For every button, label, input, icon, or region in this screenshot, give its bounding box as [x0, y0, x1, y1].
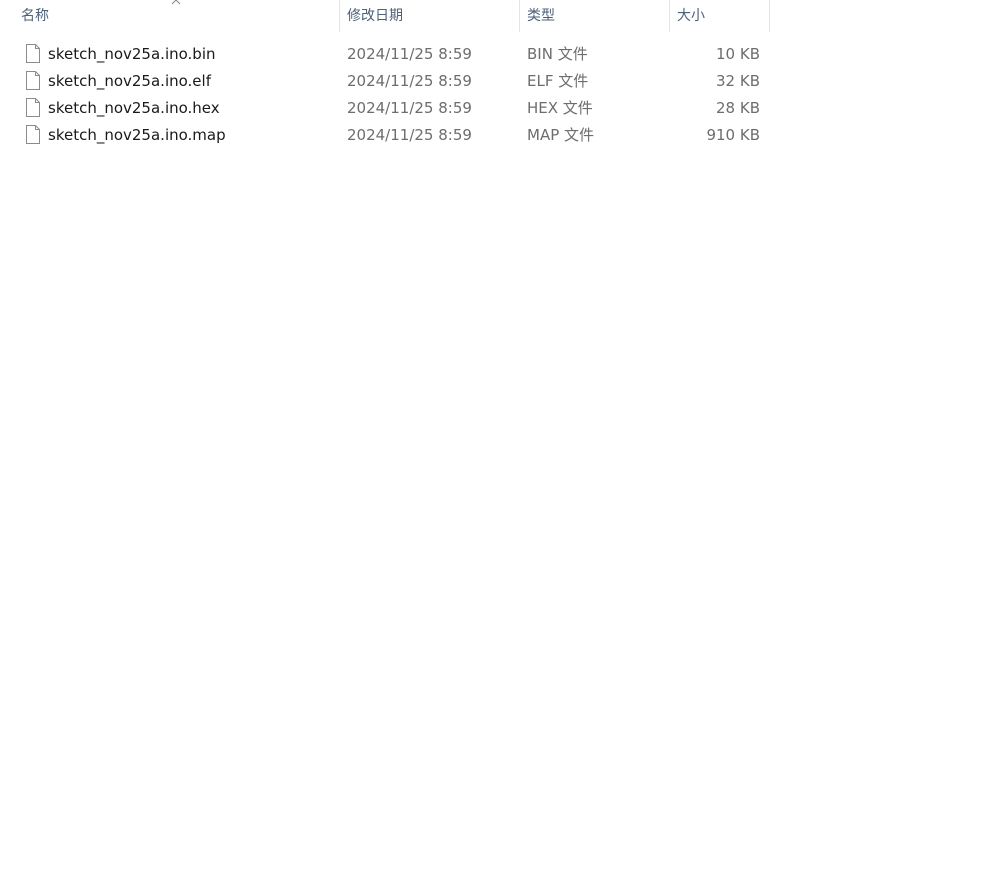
column-header-size[interactable]: 大小 [670, 0, 770, 32]
column-header-size-label: 大小 [677, 8, 705, 24]
file-type: ELF 文件 [527, 72, 589, 90]
file-type: BIN 文件 [527, 45, 588, 63]
chevron-up-icon [171, 0, 181, 5]
file-list: sketch_nov25a.ino.bin 2024/11/25 8:59 BI… [0, 40, 770, 148]
file-size: 28 KB [716, 99, 760, 117]
file-row[interactable]: sketch_nov25a.ino.bin 2024/11/25 8:59 BI… [0, 40, 770, 67]
file-type: HEX 文件 [527, 99, 593, 117]
file-explorer-details-view: 名称 修改日期 类型 大小 sketch_nov25a.ino.bin 2024… [0, 0, 1006, 878]
file-date: 2024/11/25 8:59 [347, 72, 472, 90]
file-size: 10 KB [716, 45, 760, 63]
file-icon [26, 125, 40, 144]
column-divider[interactable] [769, 0, 770, 32]
file-size: 910 KB [706, 126, 760, 144]
file-row[interactable]: sketch_nov25a.ino.map 2024/11/25 8:59 MA… [0, 121, 770, 148]
column-header-type[interactable]: 类型 [520, 0, 670, 32]
file-icon [26, 98, 40, 117]
column-header-type-label: 类型 [527, 8, 555, 24]
file-name: sketch_nov25a.ino.hex [48, 99, 220, 117]
column-header-date-label: 修改日期 [347, 8, 403, 24]
file-size: 32 KB [716, 72, 760, 90]
file-row[interactable]: sketch_nov25a.ino.hex 2024/11/25 8:59 HE… [0, 94, 770, 121]
file-name: sketch_nov25a.ino.elf [48, 72, 211, 90]
file-date: 2024/11/25 8:59 [347, 45, 472, 63]
file-date: 2024/11/25 8:59 [347, 126, 472, 144]
file-date: 2024/11/25 8:59 [347, 99, 472, 117]
file-name: sketch_nov25a.ino.bin [48, 45, 216, 63]
column-header-name-label: 名称 [21, 8, 49, 24]
column-header-row: 名称 修改日期 类型 大小 [0, 0, 770, 32]
file-icon [26, 71, 40, 90]
file-icon [26, 44, 40, 63]
column-header-date[interactable]: 修改日期 [340, 0, 520, 32]
file-type: MAP 文件 [527, 126, 595, 144]
file-name: sketch_nov25a.ino.map [48, 126, 226, 144]
file-row[interactable]: sketch_nov25a.ino.elf 2024/11/25 8:59 EL… [0, 67, 770, 94]
